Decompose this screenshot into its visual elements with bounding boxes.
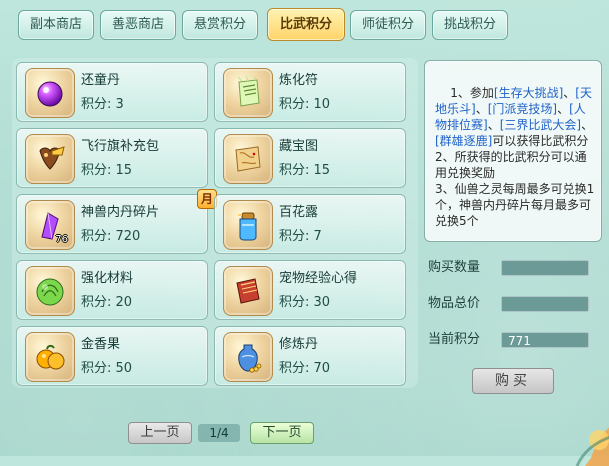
buy-qty-row: 购买数量 <box>428 258 604 278</box>
item-icon-frame <box>25 68 75 118</box>
item-icon-frame <box>223 332 273 382</box>
orange-fruit-icon <box>36 344 65 370</box>
item-card-flag-pack[interactable]: 飞行旗补充包 积分: 15 <box>16 128 208 188</box>
total-price-label: 物品总价 <box>428 296 481 311</box>
info-link-qunxiong[interactable]: [群雄逐鹿] <box>435 134 492 148</box>
purple-orb-icon <box>37 81 63 107</box>
item-card-cangbaotu[interactable]: 藏宝图 积分: 15 <box>214 128 406 188</box>
tab-bounty-points[interactable]: 悬赏积分 <box>182 10 258 40</box>
item-points: 积分: 70 <box>279 361 331 376</box>
item-card-pet-exp-book[interactable]: 宠物经验心得 积分: 30 <box>214 260 406 320</box>
item-icon-frame <box>25 134 75 184</box>
green-cabbage-icon <box>36 278 64 306</box>
flag-pack-icon <box>39 146 65 170</box>
item-points: 积分: 10 <box>279 97 331 112</box>
item-points: 积分: 20 <box>81 295 133 310</box>
item-points: 积分: 15 <box>81 163 133 178</box>
info-line-1-c: 、 <box>475 102 488 116</box>
item-points: 积分: 3 <box>81 97 124 112</box>
item-name: 强化材料 <box>81 271 134 286</box>
item-card-lianhuafu[interactable]: 炼化符 积分: 10 <box>214 62 406 122</box>
potion-jar-icon <box>238 212 257 241</box>
item-card-beast-shard[interactable]: 76 神兽内丹碎片 积分: 720 月 <box>16 189 217 254</box>
tab-good-evil-shop[interactable]: 善恶商店 <box>100 10 176 40</box>
tab-mentor-points[interactable]: 师徒积分 <box>350 10 426 40</box>
talisman-icon <box>237 75 260 107</box>
info-text: 1、参加[生存大挑战]、[天地乐斗]、[门派竞技场]、[人物排位赛]、[三界比武… <box>435 69 595 245</box>
buy-qty-input[interactable] <box>501 260 589 276</box>
vase-coins-icon <box>238 344 262 373</box>
current-points-row: 当前积分 771 <box>428 330 604 350</box>
info-line-1-e: 、 <box>487 118 500 132</box>
item-icon-frame <box>25 266 75 316</box>
item-icon-frame <box>223 266 273 316</box>
info-link-menpai[interactable]: [门派竞技场] <box>488 102 557 116</box>
item-name: 修炼丹 <box>279 337 319 352</box>
item-card-baihualu[interactable]: 百花露 积分: 7 <box>214 194 406 254</box>
item-icon-frame <box>223 68 273 118</box>
item-name: 还童丹 <box>81 73 121 88</box>
item-icon-frame <box>25 332 75 382</box>
buy-button[interactable]: 购买 <box>472 368 554 394</box>
tab-pvp-points[interactable]: 比武积分 <box>267 8 345 41</box>
info-rest: 可以获得比武积分 2、所获得的比武积分可以通用兑换奖励 3、仙兽之灵每周最多可兑… <box>435 134 595 228</box>
tab-challenge-points[interactable]: 挑战积分 <box>432 10 508 40</box>
tab-dungeon-shop[interactable]: 副本商店 <box>18 10 94 40</box>
item-card-jinxiangguo[interactable]: 金香果 积分: 50 <box>16 326 208 386</box>
item-name: 炼化符 <box>279 73 319 88</box>
buy-qty-label: 购买数量 <box>428 260 481 275</box>
page-indicator: 1/4 <box>198 424 240 442</box>
item-card-xiuliandan[interactable]: 修炼丹 积分: 70 <box>214 326 406 386</box>
info-line-1-a: 1、参加 <box>450 86 494 100</box>
item-points: 积分: 50 <box>81 361 133 376</box>
current-points-field: 771 <box>501 332 589 348</box>
item-name: 百花露 <box>279 205 319 220</box>
item-points: 积分: 720 <box>81 229 141 244</box>
info-line-1-b: 、 <box>563 86 576 100</box>
item-icon-frame <box>223 134 273 184</box>
item-name: 飞行旗补充包 <box>81 139 160 154</box>
treasure-map-icon <box>235 146 261 172</box>
item-grid: 还童丹 积分: 3 炼化符 积分: 10 飞行旗补充包 积分: 15 藏宝图 积… <box>12 58 418 388</box>
info-panel: 1、参加[生存大挑战]、[天地乐斗]、[门派竞技场]、[人物排位赛]、[三界比武… <box>424 60 602 242</box>
info-line-1-d: 、 <box>557 102 570 116</box>
item-name: 宠物经验心得 <box>279 271 358 286</box>
info-line-1-f: 、 <box>581 118 594 132</box>
item-name: 神兽内丹碎片 <box>81 205 160 220</box>
prev-page-button[interactable]: 上一页 <box>128 422 192 444</box>
item-card-huantongdan[interactable]: 还童丹 积分: 3 <box>16 62 208 122</box>
item-points: 积分: 7 <box>279 229 322 244</box>
item-points: 积分: 15 <box>279 163 331 178</box>
red-book-icon <box>236 278 260 304</box>
info-link-survival[interactable]: [生存大挑战] <box>494 86 563 100</box>
info-link-sanjie[interactable]: [三界比武大会] <box>500 118 581 132</box>
item-card-enhance-material[interactable]: 强化材料 积分: 20 <box>16 260 208 320</box>
item-name: 金香果 <box>81 337 121 352</box>
item-icon-frame: 76 <box>25 200 75 250</box>
next-page-button[interactable]: 下一页 <box>250 422 314 444</box>
item-name: 藏宝图 <box>279 139 319 154</box>
current-points-label: 当前积分 <box>428 332 481 347</box>
item-icon-frame <box>223 200 273 250</box>
total-price-field <box>501 296 589 312</box>
item-points: 积分: 30 <box>279 295 331 310</box>
item-count: 76 <box>55 234 68 245</box>
total-price-row: 物品总价 <box>428 294 604 314</box>
